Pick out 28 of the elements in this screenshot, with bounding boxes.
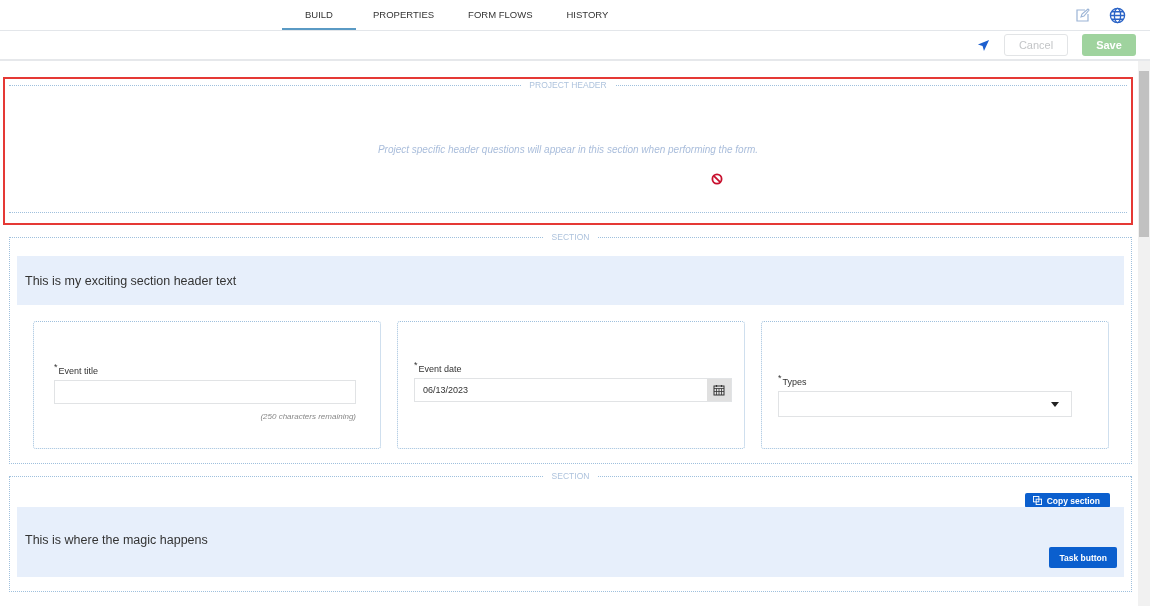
required-mark: * [778,373,782,383]
navigation-arrow-icon[interactable] [977,38,990,52]
field-label: Types [782,377,807,387]
no-entry-icon [711,173,723,185]
scrollbar[interactable] [1138,61,1150,606]
character-count-hint: (250 characters remaining) [259,412,356,421]
tab[interactable]: FORM FLOWS [451,0,550,30]
section-legend: SECTION [543,471,598,482]
globe-icon[interactable] [1109,6,1126,24]
field-label: Event title [58,366,99,376]
section-header-text: This is where the magic happens [25,533,209,547]
required-mark: * [414,360,418,370]
date-input-field[interactable]: 06/13/2023 [414,378,732,402]
section-legend: SECTION [543,232,598,243]
placeholder-message: Project specific header questions will appear in this section when performing the form. [376,144,760,155]
section-header-text: This is my exciting section header text [25,273,238,288]
dropdown-caret-icon[interactable] [1051,401,1059,407]
required-mark: * [54,362,58,372]
field-label: Event date [418,364,462,374]
section-legend: PROJECT HEADER [521,80,615,91]
dropdown-field[interactable] [778,391,1072,417]
tab[interactable]: PROPERTIES [356,0,452,30]
text-input-field[interactable] [54,380,356,404]
calendar-icon[interactable] [713,384,725,396]
tab[interactable]: BUILD [282,0,356,30]
tab[interactable]: HISTORY [549,0,626,30]
task-button[interactable]: Task button [1049,547,1117,568]
copy-icon [1032,496,1042,505]
